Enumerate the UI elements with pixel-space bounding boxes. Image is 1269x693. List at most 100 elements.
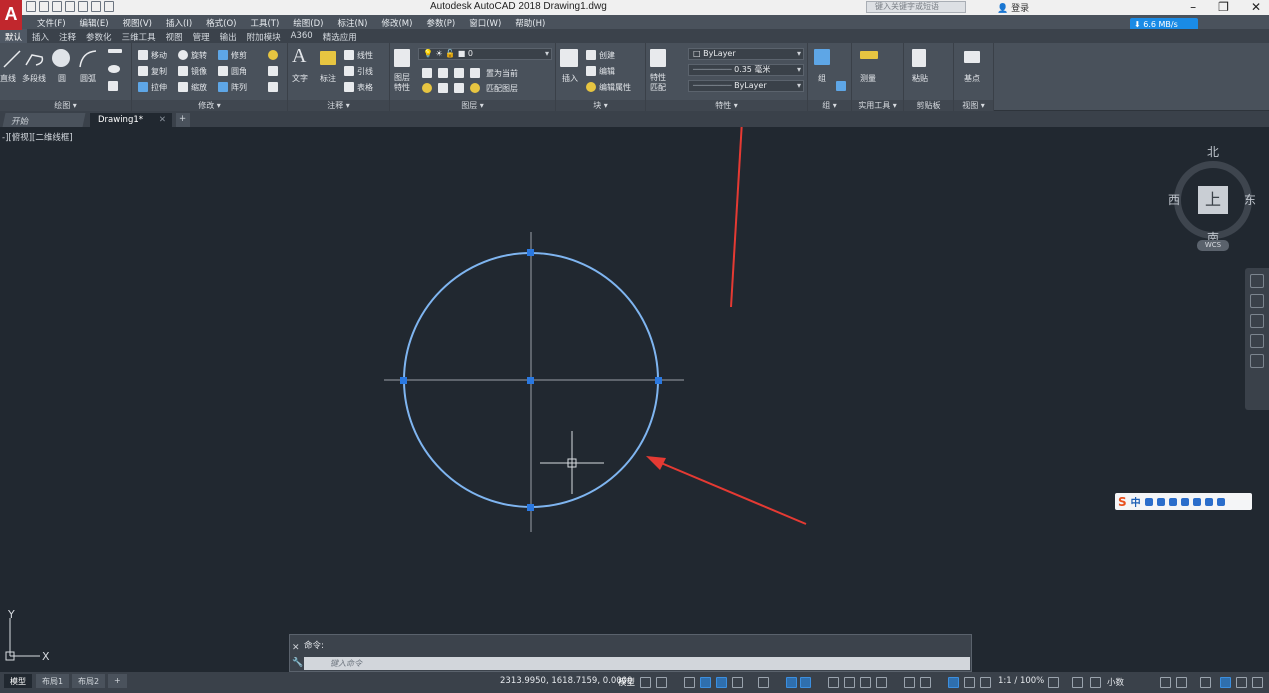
- panel-modify-label[interactable]: 修改 ▾: [132, 100, 287, 111]
- panel-annotation-label[interactable]: 注释 ▾: [288, 100, 389, 111]
- hardware-acceleration-icon[interactable]: [1220, 677, 1231, 688]
- grip-bottom[interactable]: [527, 504, 534, 511]
- layer-tool-icon[interactable]: [422, 68, 432, 78]
- insert-button[interactable]: 插入: [562, 73, 578, 84]
- array-button[interactable]: 阵列: [231, 82, 247, 93]
- match-properties-icon[interactable]: [650, 49, 666, 67]
- object-snap-tracking-icon[interactable]: [786, 677, 797, 688]
- annotation-monitor-icon[interactable]: [1072, 677, 1083, 688]
- tab-insert[interactable]: 插入: [27, 29, 54, 43]
- selection-filter-icon[interactable]: [920, 677, 931, 688]
- tab-addins[interactable]: 附加模块: [242, 29, 286, 43]
- annotation-scale-dropdown[interactable]: 1:1 / 100%: [998, 676, 1044, 686]
- tab-layout2[interactable]: 布局2: [72, 674, 106, 688]
- orbit-icon[interactable]: [1250, 334, 1264, 348]
- edit-attributes-button[interactable]: 编辑属性: [599, 82, 631, 93]
- infer-constraints-icon[interactable]: [684, 677, 695, 688]
- compass-west[interactable]: 西: [1168, 191, 1180, 208]
- object-snap-icon[interactable]: [800, 677, 811, 688]
- compass-east[interactable]: 东: [1244, 191, 1256, 208]
- steering-wheel-icon[interactable]: [1250, 274, 1264, 288]
- table-button[interactable]: 表格: [357, 82, 373, 93]
- menu-view[interactable]: 视图(V): [116, 15, 159, 29]
- explode-icon[interactable]: [268, 66, 278, 76]
- ime-language-toggle[interactable]: 中: [1131, 494, 1141, 509]
- 3d-osnap-icon[interactable]: [876, 677, 887, 688]
- grid-icon[interactable]: [640, 677, 651, 688]
- copy-button[interactable]: 复制: [151, 66, 167, 77]
- move-button[interactable]: 移动: [151, 50, 167, 61]
- ellipse-icon[interactable]: [108, 65, 120, 73]
- layer-tool-icon[interactable]: [470, 83, 480, 93]
- ime-voice-icon[interactable]: [1168, 497, 1177, 506]
- insert-icon[interactable]: [560, 49, 578, 67]
- grip-top[interactable]: [527, 249, 534, 256]
- menu-window[interactable]: 窗口(W): [462, 15, 508, 29]
- base-point-icon[interactable]: [964, 51, 980, 63]
- grip-right[interactable]: [655, 377, 662, 384]
- lineweight-dropdown[interactable]: ──────── 0.35 毫米: [688, 64, 804, 76]
- grip-left[interactable]: [400, 377, 407, 384]
- linear-button[interactable]: 线性: [357, 50, 373, 61]
- annotation-visibility-icon[interactable]: [948, 677, 959, 688]
- viewcube-top-face[interactable]: 上: [1198, 186, 1228, 214]
- tab-manage[interactable]: 管理: [188, 29, 215, 43]
- mirror-button[interactable]: 镜像: [191, 66, 207, 77]
- new-file-icon[interactable]: [26, 1, 36, 12]
- leader-button[interactable]: 引线: [357, 66, 373, 77]
- quick-properties-icon[interactable]: [1160, 677, 1171, 688]
- arc-button[interactable]: 圆弧: [80, 73, 96, 84]
- close-icon[interactable]: ✕: [292, 643, 300, 653]
- compass-north[interactable]: 北: [1207, 143, 1219, 160]
- cursor-coordinates[interactable]: 2313.9950, 1618.7159, 0.0000: [500, 676, 632, 686]
- units-dropdown[interactable]: 小数: [1107, 676, 1124, 688]
- ortho-icon[interactable]: [716, 677, 727, 688]
- dynamic-ucs-icon[interactable]: [904, 677, 915, 688]
- tab-parametric[interactable]: 参数化: [81, 29, 117, 43]
- dimension-button[interactable]: 标注: [320, 73, 336, 84]
- circle-button[interactable]: 圆: [58, 73, 66, 84]
- ime-tools-icon[interactable]: [1192, 497, 1201, 506]
- customize-menu-icon[interactable]: [1252, 677, 1263, 688]
- menu-file[interactable]: 文件(F): [30, 15, 73, 29]
- panel-draw-label[interactable]: 绘图 ▾: [0, 100, 131, 111]
- layer-properties-button[interactable]: 图层特性: [394, 73, 414, 93]
- add-layout-button[interactable]: +: [108, 674, 127, 688]
- ime-menu-icon[interactable]: [1216, 497, 1225, 506]
- layer-tool-icon[interactable]: [422, 83, 432, 93]
- menu-insert[interactable]: 插入(I): [159, 15, 199, 29]
- sogou-logo[interactable]: S: [1118, 495, 1127, 509]
- layer-tool-icon[interactable]: [470, 68, 480, 78]
- app-logo[interactable]: A: [0, 0, 22, 30]
- ime-skin-icon[interactable]: [1204, 497, 1213, 506]
- rotate-button[interactable]: 旋转: [191, 50, 207, 61]
- save-as-icon[interactable]: [65, 1, 75, 12]
- text-button[interactable]: 文字: [292, 73, 308, 84]
- paste-button[interactable]: 粘贴: [912, 73, 928, 84]
- menu-format[interactable]: 格式(O): [199, 15, 243, 29]
- group-button[interactable]: 组: [818, 73, 826, 84]
- polyline-button[interactable]: 多段线: [22, 73, 46, 84]
- menu-help[interactable]: 帮助(H): [508, 15, 552, 29]
- make-current-button[interactable]: 置为当前: [486, 68, 518, 79]
- dimension-icon[interactable]: [320, 51, 336, 65]
- minimize-icon[interactable]: –: [1190, 0, 1196, 14]
- pan-icon[interactable]: [1250, 294, 1264, 308]
- tab-layout1[interactable]: 布局1: [36, 674, 70, 688]
- offset-icon[interactable]: [268, 82, 278, 92]
- match-layer-button[interactable]: 匹配图层: [486, 83, 518, 94]
- restore-icon[interactable]: ❐: [1218, 0, 1229, 14]
- panel-layers-label[interactable]: 图层 ▾: [390, 100, 555, 111]
- workspace-icon[interactable]: [1048, 677, 1059, 688]
- measure-button[interactable]: 测量: [860, 73, 876, 84]
- group-icon[interactable]: [814, 49, 830, 65]
- clean-screen-icon[interactable]: [1236, 677, 1247, 688]
- tab-view[interactable]: 视图: [161, 29, 188, 43]
- undo-icon[interactable]: [91, 1, 101, 12]
- login-button[interactable]: 👤 登录: [997, 1, 1029, 14]
- wcs-menu[interactable]: WCS: [1197, 240, 1229, 251]
- edit-block-button[interactable]: 编辑: [599, 66, 615, 77]
- menu-draw[interactable]: 绘图(D): [286, 15, 330, 29]
- paste-icon[interactable]: [912, 49, 926, 67]
- new-tab-button[interactable]: +: [176, 113, 190, 127]
